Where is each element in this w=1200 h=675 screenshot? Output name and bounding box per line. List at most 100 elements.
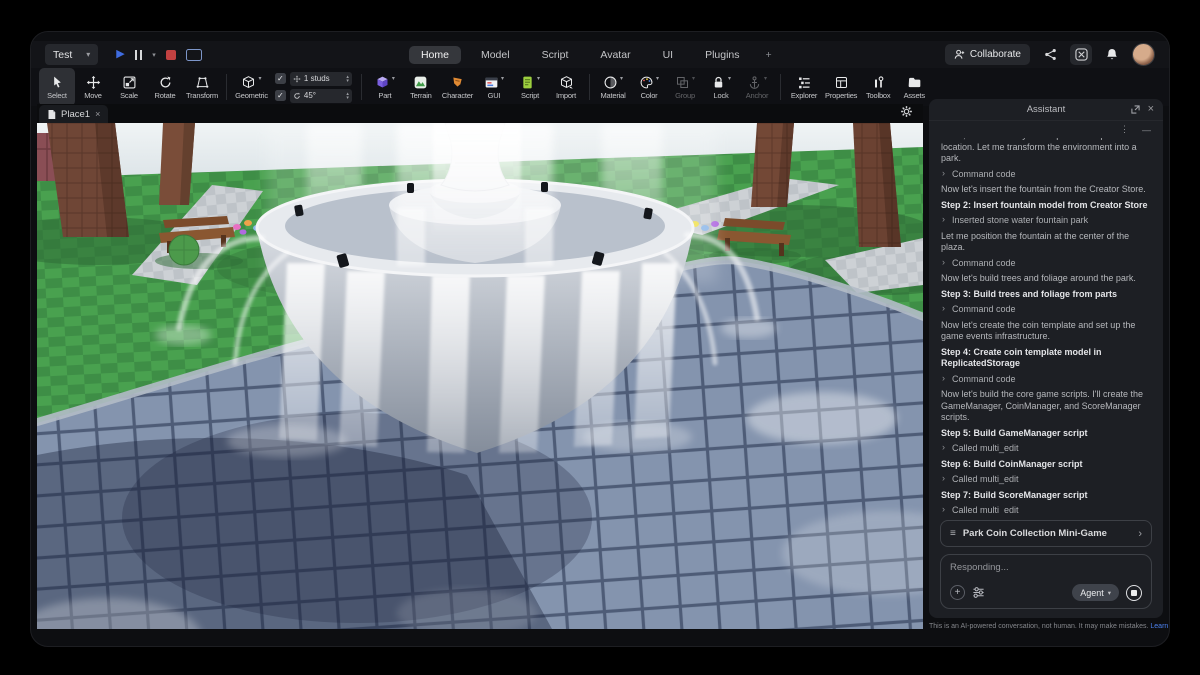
menu-tab-home[interactable]: Home — [409, 46, 461, 64]
menu-tab-model[interactable]: Model — [469, 46, 522, 64]
assistant-tool-call[interactable]: Command code — [941, 169, 1151, 181]
assistant-tool-call[interactable]: Called multi_edit — [941, 443, 1151, 455]
tool-label: Properties — [825, 91, 857, 100]
stop-generating-button[interactable] — [1126, 585, 1142, 601]
stop-button[interactable] — [166, 50, 176, 60]
menu-tab-avatar[interactable]: Avatar — [588, 46, 642, 64]
device-emulator-button[interactable] — [186, 49, 202, 61]
dropdown-caret-icon: ▾ — [392, 75, 395, 82]
tool-label: Rotate — [155, 91, 176, 100]
tool-material[interactable]: ▾ Material — [595, 68, 631, 106]
assistant-tool-call[interactable]: Command code — [941, 258, 1151, 270]
dropdown-caret-icon: ▾ — [501, 75, 504, 82]
character-icon — [450, 75, 465, 90]
assistant-tool-call[interactable]: Called multi_edit — [941, 474, 1151, 486]
assistant-message: Let me position the fountain at the cent… — [941, 231, 1151, 254]
tool-explorer[interactable]: Explorer — [786, 68, 822, 106]
color-palette-icon — [639, 75, 654, 90]
doc-tab-place1[interactable]: Place1 × — [39, 105, 108, 123]
share-icon — [1044, 48, 1057, 61]
more-options-icon[interactable]: ⋮ — [1120, 124, 1129, 135]
snap-move-stepper[interactable]: 1 studs ▴▾ — [290, 72, 352, 86]
collapse-icon[interactable]: — — [1142, 125, 1151, 135]
stepper-arrows[interactable]: ▴▾ — [346, 92, 349, 100]
user-avatar[interactable] — [1132, 43, 1155, 66]
tool-select[interactable]: Select — [39, 68, 75, 106]
snap-rotate-checkbox[interactable]: ✓ — [275, 90, 286, 101]
explorer-icon — [797, 75, 812, 90]
tool-scale[interactable]: Scale — [111, 68, 147, 106]
pause-caret-icon[interactable]: ▾ — [152, 51, 156, 59]
move-icon — [293, 75, 301, 83]
studio-window: Test ▾ ▶ ▾ Home Model Script Avatar UI P… — [30, 31, 1170, 647]
menu-tab-ui[interactable]: UI — [651, 46, 686, 64]
snap-rotate-stepper[interactable]: 45° ▴▾ — [290, 89, 352, 103]
tool-script[interactable]: ▾ Script — [512, 68, 548, 106]
tool-move[interactable]: Move — [75, 68, 111, 106]
tool-label: Move — [84, 91, 102, 100]
notifications-button[interactable] — [1101, 44, 1123, 65]
tool-import[interactable]: Import — [548, 68, 584, 106]
tool-lock[interactable]: ▾ Lock — [703, 68, 739, 106]
learn-more-link[interactable]: Learn More — [1150, 623, 1170, 630]
close-tab-icon[interactable]: × — [95, 109, 100, 119]
assistant-input-box[interactable]: Responding... + Agent ▾ — [940, 554, 1152, 609]
tool-anchor[interactable]: ▾ Anchor — [739, 68, 775, 106]
assistant-message: Now let's create the coin template and s… — [941, 320, 1151, 343]
menu-tab-script[interactable]: Script — [530, 46, 581, 64]
chevron-right-icon: › — [1138, 528, 1142, 540]
attach-button[interactable]: + — [950, 585, 965, 600]
dropdown-caret-icon: ▾ — [537, 75, 540, 82]
playtest-controls: ▶ ▾ — [116, 49, 201, 61]
assistant-step: Step 5: Build GameManager script — [941, 428, 1151, 440]
tool-label: GUI — [488, 91, 501, 100]
stepper-arrows[interactable]: ▴▾ — [346, 75, 349, 83]
tool-group[interactable]: ▾ Group — [667, 68, 703, 106]
pause-button[interactable] — [135, 50, 143, 60]
tool-properties[interactable]: Properties — [822, 68, 860, 106]
assistant-panel: Assistant × ⋮ — Good, there's already a … — [929, 99, 1163, 618]
person-plus-icon — [954, 49, 965, 60]
share-button[interactable] — [1039, 44, 1061, 65]
assistant-tool-call[interactable]: Command code — [941, 374, 1151, 386]
tool-part[interactable]: ▾ Part — [367, 68, 403, 106]
snap-move-checkbox[interactable]: ✓ — [275, 73, 286, 84]
assistant-header: Assistant × — [929, 99, 1163, 121]
assistant-tool-call[interactable]: Command code — [941, 304, 1151, 316]
tool-assets[interactable]: Assets — [896, 68, 932, 106]
bush — [169, 235, 199, 265]
tool-label: Select — [47, 91, 67, 100]
add-tab-button[interactable]: + — [760, 46, 778, 64]
tool-transform[interactable]: Transform — [183, 68, 221, 106]
close-panel-icon[interactable]: × — [1148, 104, 1154, 115]
playtest-device-dropdown[interactable]: Test ▾ — [45, 44, 98, 65]
assistant-message: Now let's build the core game scripts. I… — [941, 389, 1151, 424]
play-button[interactable]: ▶ — [116, 49, 124, 60]
tool-rotate[interactable]: Rotate — [147, 68, 183, 106]
tool-color[interactable]: ▾ Color — [631, 68, 667, 106]
tool-label: Assets — [904, 91, 925, 100]
tool-label: Lock — [714, 91, 729, 100]
assistant-tool-call[interactable]: Inserted stone water fountain park — [941, 215, 1151, 227]
viewport-settings-button[interactable] — [900, 105, 913, 123]
session-card[interactable]: ≡ Park Coin Collection Mini-Game › — [940, 520, 1152, 547]
dropdown-caret-icon: ▾ — [620, 75, 623, 82]
tune-sliders-icon[interactable] — [972, 586, 985, 599]
assistant-tool-call[interactable]: Called multi_edit — [941, 505, 1151, 514]
pop-out-icon[interactable] — [1131, 105, 1140, 114]
tool-geometric[interactable]: ▾ Geometric — [232, 68, 271, 106]
tool-toolbox[interactable]: Toolbox — [860, 68, 896, 106]
tool-terrain[interactable]: Terrain — [403, 68, 439, 106]
studio-hub-button[interactable] — [1070, 44, 1092, 65]
titlebar-right-cluster: Collaborate — [945, 43, 1155, 66]
tool-character[interactable]: Character — [439, 68, 476, 106]
viewport-3d-scene[interactable] — [37, 123, 923, 629]
collaborate-button[interactable]: Collaborate — [945, 44, 1030, 65]
menu-tab-plugins[interactable]: Plugins — [693, 46, 751, 64]
lock-icon — [711, 75, 726, 90]
agent-mode-dropdown[interactable]: Agent ▾ — [1072, 584, 1119, 601]
assistant-message-list[interactable]: Good, there's already a baseplate and sp… — [929, 138, 1163, 514]
dropdown-caret-icon: ▾ — [764, 75, 767, 82]
material-sphere-icon — [603, 75, 618, 90]
tool-gui[interactable]: ▾ GUI — [476, 68, 512, 106]
